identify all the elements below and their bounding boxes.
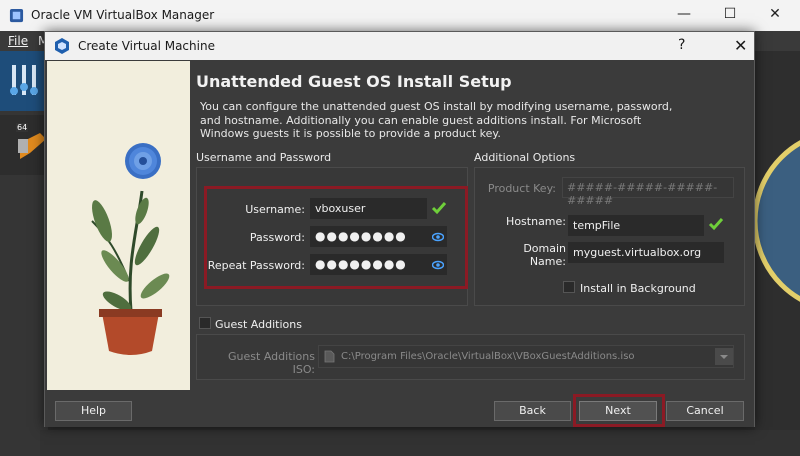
username-valid-check-icon <box>431 202 447 215</box>
maximize-icon[interactable]: ☐ <box>722 6 738 22</box>
password-field[interactable]: ●●●●●●●● <box>310 226 447 247</box>
show-repeat-password-eye-icon[interactable] <box>432 259 444 271</box>
vm-badge: 64 <box>16 123 29 132</box>
dialog-button-bar: Help Back Next Cancel <box>45 391 754 427</box>
username-label: Username: <box>245 203 305 216</box>
username-field[interactable]: vboxuser <box>310 198 427 219</box>
create-vm-dialog: Create Virtual Machine ? ✕ Unattended Gu… <box>44 31 755 427</box>
next-button[interactable]: Next <box>579 401 657 421</box>
tools-tile[interactable] <box>0 51 48 111</box>
repeat-password-label: Repeat Password: <box>207 259 305 272</box>
guest-additions-checkbox[interactable] <box>199 317 211 329</box>
menu-file[interactable]: File <box>8 34 28 48</box>
wizard-illustration <box>47 61 190 390</box>
password-label: Password: <box>249 231 305 244</box>
help-button[interactable]: Help <box>55 401 132 421</box>
guest-additions-iso-label: Guest Additions ISO: <box>228 350 315 376</box>
vm-list-item[interactable]: 64 <box>0 115 48 175</box>
back-button[interactable]: Back <box>494 401 571 421</box>
virtualbox-app-icon <box>9 8 24 23</box>
virtualbox-icon <box>55 38 69 54</box>
cancel-button[interactable]: Cancel <box>666 401 744 421</box>
manager-main-area <box>752 51 800 456</box>
page-description: You can configure the unattended guest O… <box>200 100 673 140</box>
iso-file-icon <box>324 350 335 363</box>
dialog-title: Create Virtual Machine <box>78 39 215 53</box>
install-in-background-checkbox[interactable] <box>563 281 575 293</box>
manager-preview-graphic <box>752 140 800 302</box>
dialog-close-icon[interactable]: ✕ <box>734 36 747 55</box>
page-title: Unattended Guest OS Install Setup <box>196 72 512 91</box>
show-password-eye-icon[interactable] <box>432 231 444 243</box>
manager-title: Oracle VM VirtualBox Manager <box>31 8 215 22</box>
tools-icon <box>10 65 38 95</box>
product-key-label: Product Key: <box>487 182 556 195</box>
guest-additions-label: Guest Additions <box>215 318 302 331</box>
hostname-label: Hostname: <box>506 215 566 228</box>
manager-bottom <box>40 430 800 456</box>
flower-pot-image <box>91 143 170 355</box>
domain-name-label: Domain Name: <box>523 242 566 268</box>
guest-additions-iso-path: C:\Program Files\Oracle\VirtualBox\VBoxG… <box>341 351 635 362</box>
repeat-password-field[interactable]: ●●●●●●●● <box>310 254 447 275</box>
chevron-down-icon <box>720 355 728 359</box>
manager-titlebar: Oracle VM VirtualBox Manager — ☐ ✕ <box>0 0 800 31</box>
minimize-icon[interactable]: — <box>676 6 692 22</box>
product-key-field[interactable]: #####-#####-#####-##### <box>562 177 734 207</box>
domain-name-field[interactable]: myguest.virtualbox.org <box>568 242 724 263</box>
iso-dropdown-button[interactable] <box>715 348 733 365</box>
dialog-titlebar: Create Virtual Machine ? ✕ <box>45 32 754 60</box>
install-in-background-label: Install in Background <box>580 282 696 295</box>
manager-sidebar: 64 <box>0 51 48 456</box>
hostname-field[interactable]: tempFile <box>568 215 704 236</box>
username-password-group-title: Username and Password <box>196 151 332 164</box>
additional-options-group-title: Additional Options <box>474 151 576 164</box>
close-icon[interactable]: ✕ <box>767 6 783 22</box>
hostname-valid-check-icon <box>708 218 724 231</box>
help-icon[interactable]: ? <box>678 37 685 53</box>
guest-additions-iso-combobox[interactable]: C:\Program Files\Oracle\VirtualBox\VBoxG… <box>318 345 734 368</box>
